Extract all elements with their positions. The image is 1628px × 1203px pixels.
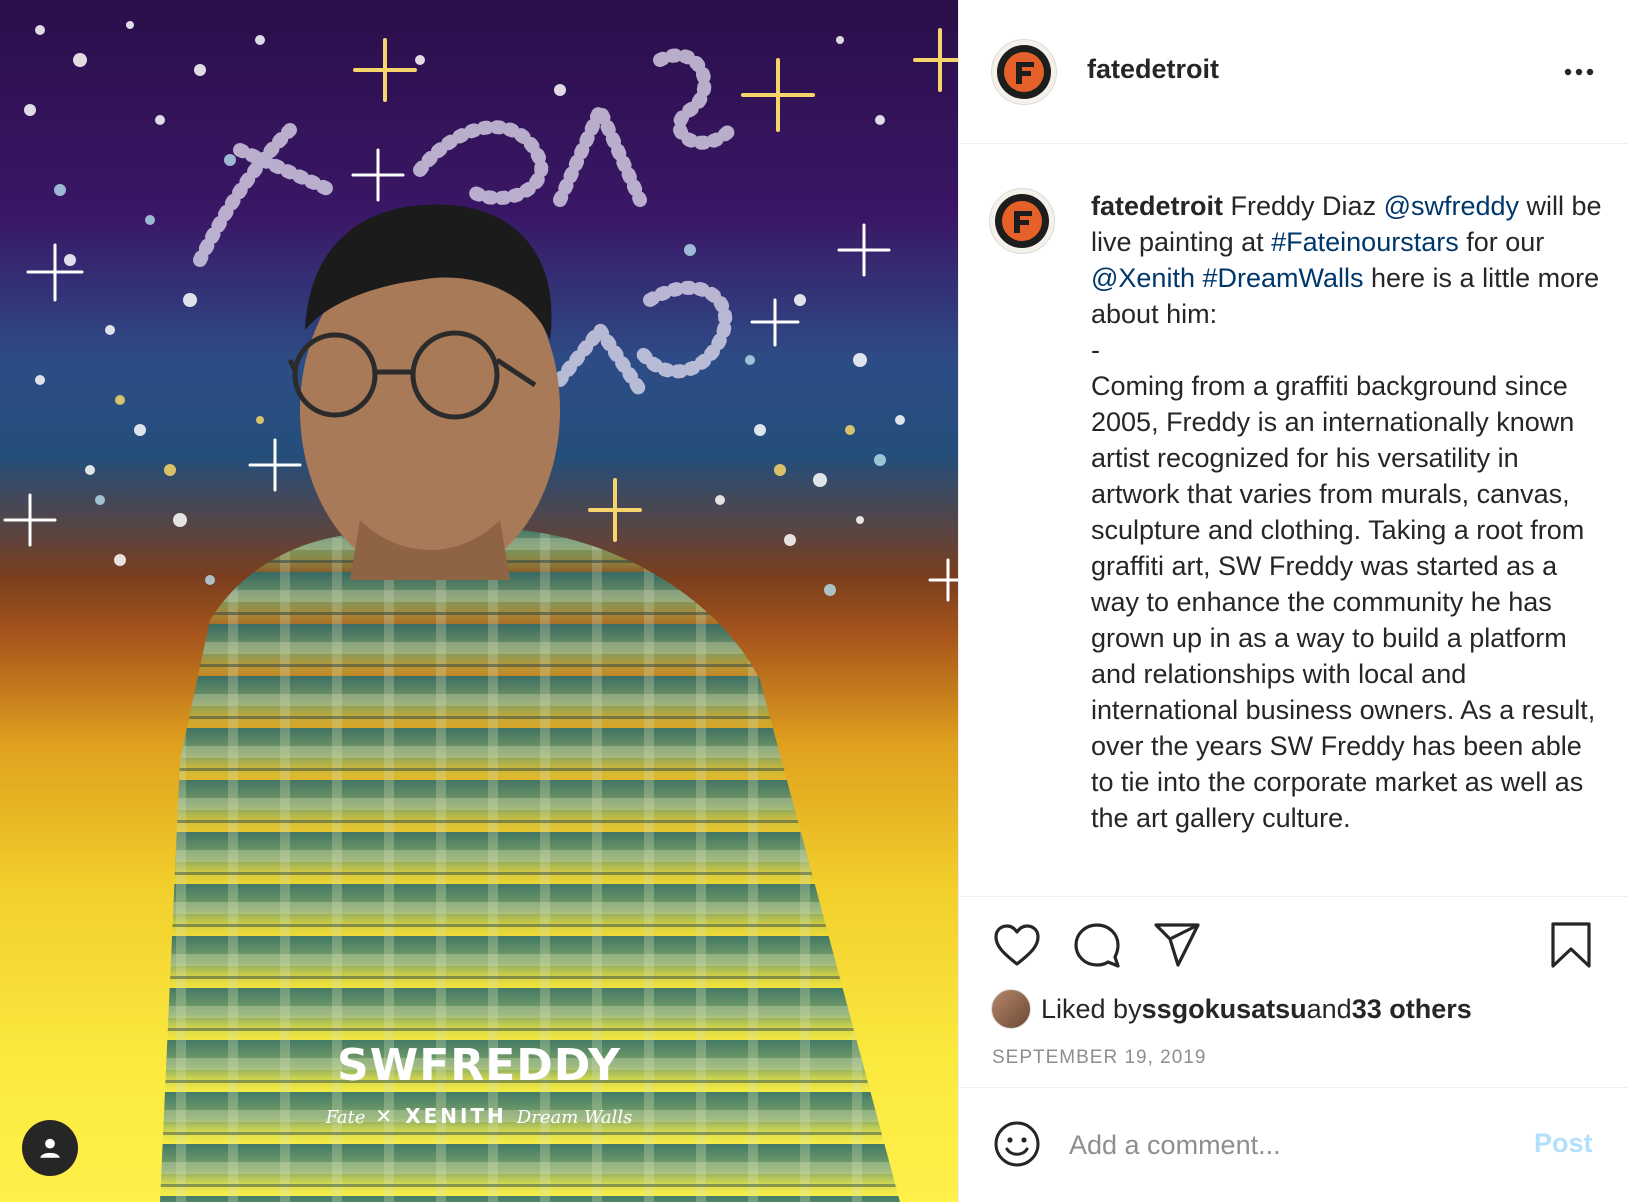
liked-others-link[interactable]: 33 others: [1352, 994, 1472, 1025]
post-detail-panel: fatedetroit fatedetroit Freddy Diaz @swf…: [958, 0, 1628, 1202]
more-options-button[interactable]: [1559, 52, 1599, 92]
post-actions: Liked by ssgokusatsu and 33 others SEPTE…: [959, 896, 1628, 1087]
fate-logo-icon: [995, 194, 1049, 248]
post-header: fatedetroit: [959, 0, 1628, 144]
hashtag-fateinourstars[interactable]: #Fateinourstars: [1271, 227, 1459, 257]
brand-x-icon: ✕: [375, 1104, 406, 1128]
caption-text-5: here is a little more about him: - Comin…: [1091, 263, 1600, 833]
liked-and: and: [1306, 993, 1352, 1024]
liked-user-link[interactable]: ssgokusatsu: [1142, 994, 1307, 1025]
brand-xenith: XENITH: [405, 1104, 507, 1128]
caption-username[interactable]: fatedetroit: [1091, 191, 1223, 221]
share-button[interactable]: [1149, 917, 1205, 973]
like-button[interactable]: [989, 917, 1045, 973]
mention-swfreddy[interactable]: @swfreddy: [1384, 191, 1519, 221]
bookmark-icon: [1551, 922, 1591, 968]
liked-prefix: Liked by: [1041, 993, 1142, 1024]
liker-avatar[interactable]: [991, 989, 1031, 1029]
caption-avatar[interactable]: [989, 188, 1055, 254]
emoji-button[interactable]: [989, 1116, 1045, 1172]
post-image[interactable]: SWFREDDY Fate ✕ XENITH Dream Walls: [0, 0, 958, 1202]
hashtag-dreamwalls[interactable]: #DreamWalls: [1202, 263, 1363, 293]
comment-icon: [1074, 923, 1120, 968]
brand-lockup: Fate ✕ XENITH Dream Walls: [0, 1104, 958, 1128]
comment-input[interactable]: [1069, 1124, 1499, 1166]
post-comment-button[interactable]: Post: [1534, 1128, 1593, 1159]
brand-fate: Fate: [325, 1107, 366, 1128]
heart-icon: [994, 924, 1040, 966]
smiley-icon: [994, 1121, 1040, 1167]
comment-composer: Post: [959, 1087, 1628, 1203]
save-button[interactable]: [1543, 917, 1599, 973]
artist-name-title: SWFREDDY: [337, 1040, 621, 1091]
likes-summary: Liked by ssgokusatsu and 33 others: [991, 989, 1472, 1029]
brand-dreamwalls: Dream Walls: [516, 1107, 633, 1128]
paper-plane-icon: [1154, 923, 1200, 967]
avatar[interactable]: [991, 39, 1057, 105]
tagged-users-button[interactable]: [22, 1120, 78, 1176]
person-photo: [160, 204, 900, 1202]
caption-text: fatedetroit Freddy Diaz @swfreddy will b…: [1091, 188, 1603, 836]
header-username[interactable]: fatedetroit: [1087, 54, 1219, 85]
comment-button[interactable]: [1069, 917, 1125, 973]
post-date[interactable]: SEPTEMBER 19, 2019: [992, 1047, 1206, 1069]
fate-logo-icon: [997, 45, 1051, 99]
user-icon: [40, 1138, 60, 1158]
mention-xenith[interactable]: @Xenith: [1091, 263, 1195, 293]
caption-text-1: Freddy Diaz: [1223, 191, 1384, 221]
caption-text-3: for our: [1458, 227, 1552, 257]
more-horizontal-icon: [1564, 68, 1594, 76]
caption-section: fatedetroit Freddy Diaz @swfreddy will b…: [959, 144, 1628, 896]
